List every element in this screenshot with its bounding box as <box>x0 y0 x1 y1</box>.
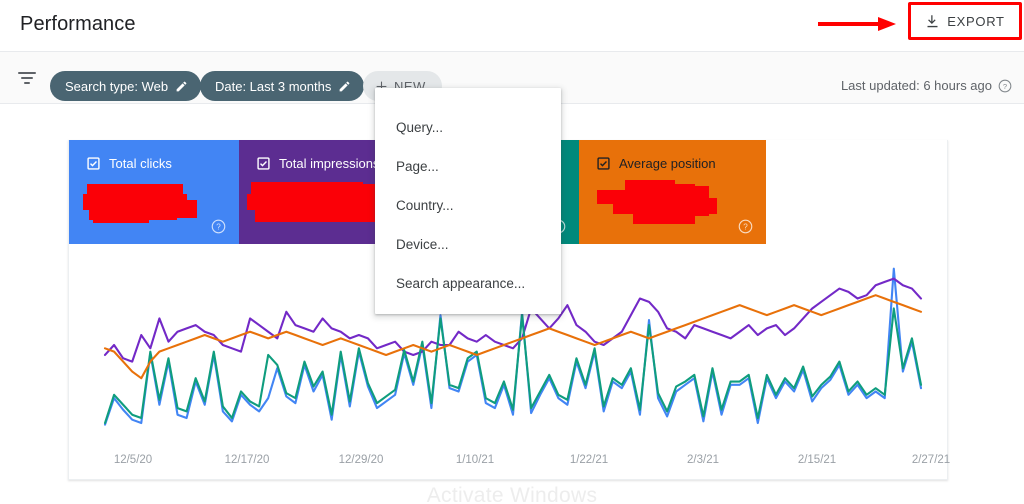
x-axis-tick-label: 1/10/21 <box>455 454 495 466</box>
pencil-icon <box>176 81 187 91</box>
x-axis-tick-label: 2/15/21 <box>797 454 837 466</box>
metric-card-total-clicks[interactable]: Total clicks ? <box>69 140 239 244</box>
metric-card-label-row: Average position <box>597 156 766 171</box>
menu-item-search-appearance[interactable]: Search appearance... <box>375 264 561 303</box>
svg-text:?: ? <box>743 223 748 232</box>
menu-item-device[interactable]: Device... <box>375 225 561 264</box>
question-circle-icon[interactable]: ? <box>998 79 1012 93</box>
last-updated-text: Last updated: 6 hours ago <box>840 78 992 93</box>
svg-text:?: ? <box>216 223 221 232</box>
x-axis-tick-label: 12/5/20 <box>113 454 153 466</box>
new-filter-dropdown-menu[interactable]: Query... Page... Country... Device... Search… <box>375 88 561 314</box>
metric-label: Average position <box>619 156 716 171</box>
windows-activation-watermark: Activate Windows <box>426 484 598 504</box>
chip-search-type[interactable]: Search type: Web <box>50 71 202 101</box>
pencil-icon <box>339 81 350 91</box>
last-updated: Last updated: 6 hours ago ? <box>841 78 1012 93</box>
chart-line-average-ctr <box>103 307 923 425</box>
x-axis-tick-label: 2/3/21 <box>687 454 719 466</box>
metric-card-label-row: Total clicks <box>87 156 239 171</box>
export-label: EXPORT <box>947 13 1005 29</box>
checkbox-checked-icon[interactable] <box>257 157 270 170</box>
checkbox-checked-icon[interactable] <box>87 157 100 170</box>
chip-search-type-label: Search type: Web <box>65 78 169 94</box>
download-icon <box>927 14 938 27</box>
x-axis-tick-label: 1/22/21 <box>569 454 609 466</box>
x-axis-tick-label: 12/17/20 <box>224 454 270 466</box>
metric-label: Total impressions <box>279 156 380 171</box>
metric-label: Total clicks <box>109 156 172 171</box>
question-circle-icon[interactable]: ? <box>738 219 753 234</box>
export-button[interactable]: EXPORT <box>914 8 1016 34</box>
checkbox-checked-icon[interactable] <box>597 157 610 170</box>
chip-date-range-label: Date: Last 3 months <box>215 78 332 94</box>
x-axis-tick-label: 2/27/21 <box>911 454 951 466</box>
export-button-wrap: EXPORT <box>908 2 1022 40</box>
filter-icon[interactable] <box>17 69 37 87</box>
menu-item-country[interactable]: Country... <box>375 186 561 225</box>
page-title: Performance <box>20 13 136 35</box>
performance-page: Performance EXPORT Search type: Web Date… <box>0 0 1024 504</box>
metric-card-average-position[interactable]: Average position ? <box>579 140 766 244</box>
chip-date-range[interactable]: Date: Last 3 months <box>200 71 365 101</box>
menu-item-page[interactable]: Page... <box>375 147 561 186</box>
x-axis-tick-label: 12/29/20 <box>338 454 384 466</box>
question-circle-icon[interactable]: ? <box>211 219 226 234</box>
annotation-arrow-icon <box>818 17 896 31</box>
page-header: Performance EXPORT <box>0 0 1024 52</box>
svg-text:?: ? <box>1003 81 1007 90</box>
menu-item-query[interactable]: Query... <box>375 108 561 147</box>
chart-x-axis-labels: 12/5/20 12/17/20 12/29/20 1/10/21 1/22/21 2/3… <box>69 454 951 470</box>
